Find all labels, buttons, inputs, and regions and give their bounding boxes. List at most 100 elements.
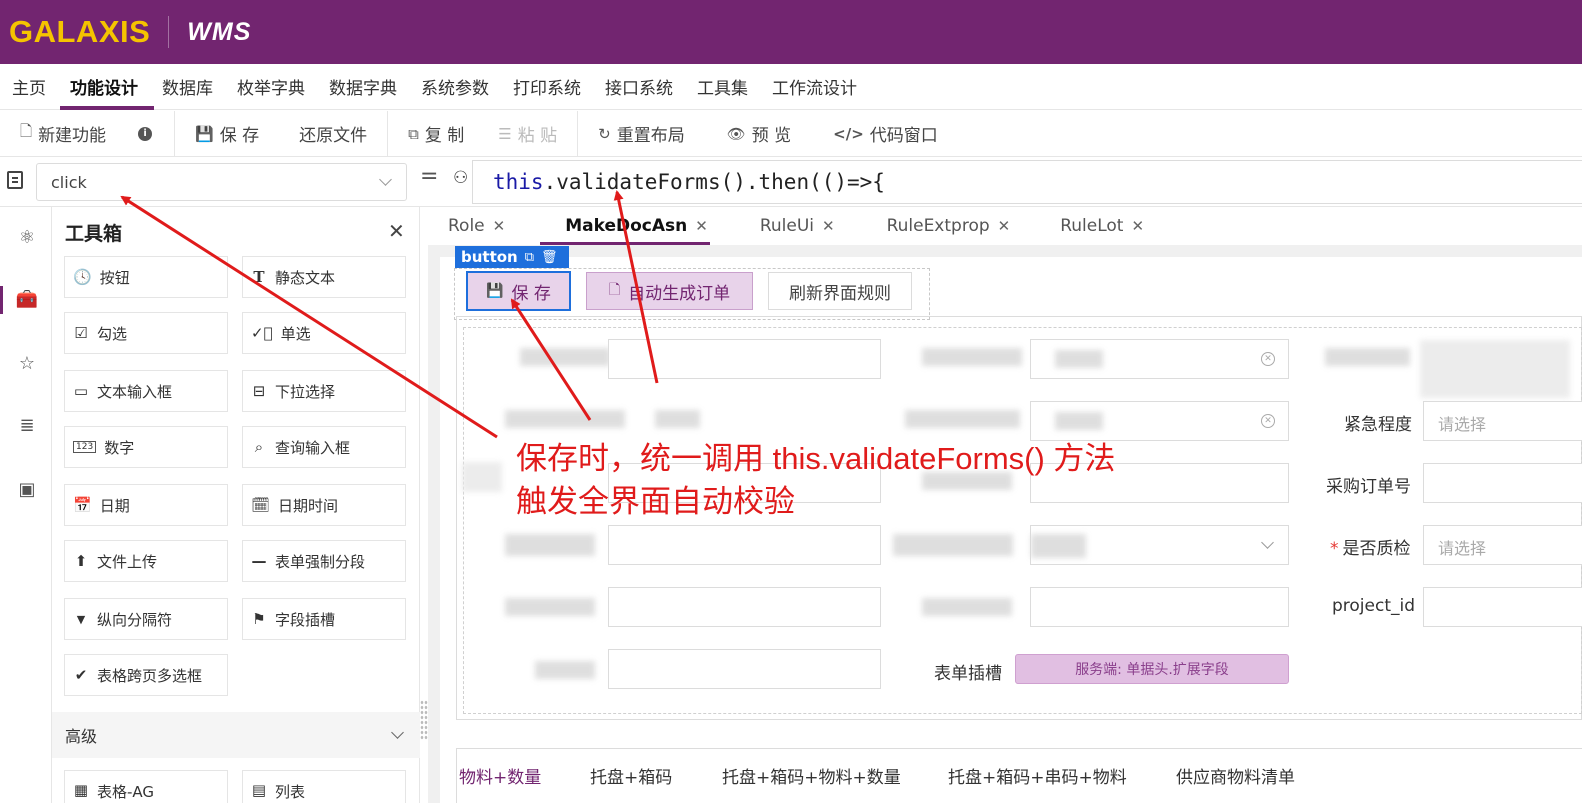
menu-item-data-dictionary[interactable]: 数据字典: [317, 64, 409, 109]
widget-text-input[interactable]: ▭ 文本输入框: [64, 370, 228, 412]
copy-icon: ⧉: [408, 124, 419, 143]
urgency-select[interactable]: 请选择: [1423, 401, 1582, 441]
toolbox-icon[interactable]: 🧰: [16, 289, 38, 310]
subtab-pallet-box-serial-material[interactable]: 托盘+箱码+串码+物料: [948, 763, 1127, 788]
close-icon[interactable]: ✕: [1131, 217, 1144, 235]
widget-table-ag[interactable]: ▦ 表格-AG: [64, 770, 228, 803]
widget-button[interactable]: 🕓 按钮: [64, 256, 228, 298]
copy-button[interactable]: ⧉ 复 制: [396, 111, 476, 156]
eye-icon: 👁: [726, 124, 746, 143]
new-function-button[interactable]: 🗋 新建功能: [0, 111, 118, 156]
menu-item-enum-dictionary[interactable]: 枚举字典: [225, 64, 317, 109]
widget-select[interactable]: ⊟ 下拉选择: [242, 370, 406, 412]
tab-role[interactable]: Role ✕: [428, 207, 523, 245]
tab-ruleui[interactable]: RuleUi ✕: [726, 207, 853, 245]
copy-icon[interactable]: ⧉: [525, 250, 534, 265]
code-window-label: 代码窗口: [869, 126, 938, 146]
menu-item-database[interactable]: 数据库: [150, 64, 225, 109]
trash-icon[interactable]: 🗑: [541, 250, 558, 265]
form-field[interactable]: [608, 587, 881, 627]
toolbar-divider: [174, 110, 176, 157]
form-field[interactable]: [608, 339, 881, 379]
subtab-pallet-box-material-qty[interactable]: 托盘+箱码+物料+数量: [722, 763, 901, 788]
clear-icon[interactable]: ✕: [1261, 352, 1275, 366]
widget-table-multiselect[interactable]: ✔ 表格跨页多选框: [64, 654, 228, 696]
document-icon[interactable]: [7, 171, 23, 189]
widget-static-text[interactable]: T 静态文本: [242, 256, 406, 298]
event-select[interactable]: click: [36, 163, 407, 201]
menu-item-home[interactable]: 主页: [0, 64, 58, 109]
user-icon[interactable]: ⚇: [453, 168, 468, 188]
clear-icon[interactable]: ✕: [1261, 414, 1275, 428]
form-select[interactable]: [1030, 525, 1289, 565]
form-field[interactable]: ✕: [1030, 401, 1289, 441]
panel-resize-handle[interactable]: [420, 700, 428, 740]
widget-form-section[interactable]: — 表单强制分段: [242, 540, 406, 582]
align-icon[interactable]: ≣: [17, 415, 37, 436]
designer-save-button[interactable]: 💾 保 存: [466, 271, 571, 311]
preview-button[interactable]: 👁 预 览: [697, 111, 803, 156]
close-icon[interactable]: ✕: [493, 217, 506, 235]
subtab-material-qty[interactable]: 物料+数量: [459, 763, 541, 788]
close-icon[interactable]: ✕: [695, 217, 708, 235]
save-button[interactable]: 💾 保 存: [183, 111, 271, 156]
menu-item-toolset[interactable]: 工具集: [685, 64, 760, 109]
menu-item-workflow-design[interactable]: 工作流设计: [760, 64, 869, 109]
tab-rulelot[interactable]: RuleLot ✕: [1028, 207, 1162, 245]
required-marker: *: [1330, 539, 1339, 559]
brand-logo: GALAXIS: [9, 14, 151, 49]
tab-makedocasn[interactable]: MakeDocAsn ✕: [523, 207, 726, 245]
menu-item-interface-system[interactable]: 接口系统: [593, 64, 685, 109]
widget-field-slot[interactable]: ⚑ 字段插槽: [242, 598, 406, 640]
po-number-input[interactable]: [1423, 463, 1582, 503]
widget-label: 表单强制分段: [275, 552, 366, 571]
components-icon[interactable]: ⚛: [17, 227, 37, 248]
form-field[interactable]: [608, 525, 881, 565]
menu-item-function-design[interactable]: 功能设计: [58, 64, 150, 109]
widget-label: 纵向分隔符: [97, 610, 173, 629]
subtab-supplier-material-list[interactable]: 供应商物料清单: [1176, 763, 1295, 788]
project-id-input[interactable]: [1423, 587, 1582, 627]
close-icon[interactable]: ✕: [822, 217, 835, 235]
form-field[interactable]: [1030, 587, 1289, 627]
widget-search-input[interactable]: ⌕ 查询输入框: [242, 426, 406, 468]
refresh-icon: ↻: [598, 124, 611, 143]
widget-file-upload[interactable]: ⬆ 文件上传: [64, 540, 228, 582]
form-field[interactable]: [608, 649, 881, 689]
close-icon[interactable]: ✕: [388, 219, 405, 243]
floppy-disk-icon: 💾: [195, 124, 214, 143]
widget-checkbox[interactable]: ☑ 勾选: [64, 312, 228, 354]
designer-save-label: 保 存: [511, 283, 551, 304]
close-icon[interactable]: ✕: [998, 217, 1011, 235]
tab-label: MakeDocAsn: [565, 216, 688, 236]
info-icon[interactable]: i: [138, 126, 153, 141]
reset-layout-button[interactable]: ↻ 重置布局: [586, 111, 697, 156]
widget-vertical-divider[interactable]: ▼ 纵向分隔符: [64, 598, 228, 640]
widget-datetime[interactable]: 🗓 日期时间: [242, 484, 406, 526]
menu-item-print-system[interactable]: 打印系统: [501, 64, 593, 109]
paste-button[interactable]: ☰ 粘 贴: [476, 111, 569, 156]
widget-label: 按钮: [99, 268, 130, 287]
form-field[interactable]: ✕: [1030, 339, 1289, 379]
panel-icon[interactable]: ▣: [17, 479, 37, 500]
refresh-rules-button[interactable]: 刷新界面规则: [768, 272, 912, 310]
code-editor-input[interactable]: this .validateForms().then(()=>{: [472, 160, 1582, 204]
widget-radio[interactable]: ✓⃝ 单选: [242, 312, 406, 354]
widget-number[interactable]: 123 数字: [64, 426, 228, 468]
clock-icon: 🕓: [73, 268, 92, 286]
widget-list[interactable]: ▤ 列表: [242, 770, 406, 803]
code-window-button[interactable]: </> 代码窗口: [803, 111, 950, 156]
menu-item-system-params[interactable]: 系统参数: [409, 64, 501, 109]
auto-generate-order-button[interactable]: 🗋 自动生成订单: [586, 272, 753, 310]
widget-date[interactable]: 📅 日期: [64, 484, 228, 526]
quality-check-select[interactable]: 请选择: [1423, 525, 1582, 565]
star-icon[interactable]: ☆: [17, 353, 37, 374]
advanced-section-header[interactable]: 高级: [52, 712, 420, 758]
restore-file-button[interactable]: 还原文件: [271, 111, 379, 156]
extension-field-slot[interactable]: 服务端: 单据头.扩展字段: [1015, 654, 1289, 684]
list-icon: ☰: [498, 124, 512, 143]
subtab-pallet-box[interactable]: 托盘+箱码: [590, 763, 672, 788]
widget-label: 查询输入框: [275, 438, 351, 457]
left-rail: ⚛ 🧰 ☆ ≣ ▣: [0, 207, 52, 803]
tab-ruleextprop[interactable]: RuleExtprop ✕: [853, 207, 1029, 245]
